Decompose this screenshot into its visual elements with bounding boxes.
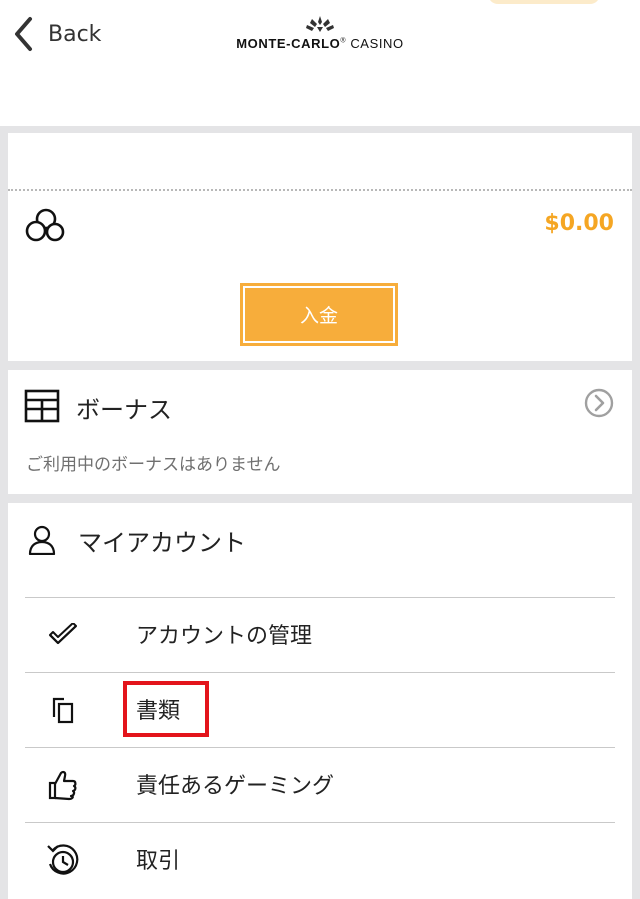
- dotted-divider: [8, 189, 632, 191]
- menu-item-responsible-gaming[interactable]: 責任あるゲーミング: [25, 747, 615, 822]
- deposit-button[interactable]: 入金: [240, 283, 398, 346]
- highlight-box: [123, 681, 209, 737]
- header: Back MONTE-CARLO® CASINO: [0, 0, 640, 126]
- menu-item-transactions[interactable]: 取引: [25, 822, 615, 897]
- menu-item-account-management[interactable]: アカウントの管理: [25, 597, 615, 672]
- coins-icon: [24, 207, 68, 247]
- logo-text: MONTE-CARLO® CASINO: [236, 36, 404, 51]
- wallet-card: $0.00 入金: [8, 133, 632, 361]
- menu-item-label: 責任あるゲーミング: [136, 774, 335, 799]
- chevron-left-icon: [12, 16, 34, 52]
- chevron-right-circle-icon[interactable]: [584, 388, 614, 422]
- casino-logo: MONTE-CARLO® CASINO: [230, 16, 410, 51]
- account-menu: アカウントの管理 書類 責任あるゲーミング 取引: [25, 597, 615, 897]
- menu-item-label: アカウントの管理: [136, 624, 313, 649]
- my-account-card: マイアカウント アカウントの管理 書類 責任あるゲーミング 取引: [8, 503, 632, 899]
- bonus-title: ボーナス: [76, 396, 172, 424]
- balance-amount: $0.00: [544, 211, 614, 236]
- thumbs-up-icon: [43, 765, 83, 805]
- history-clock-icon: [43, 840, 83, 880]
- bonus-card[interactable]: ボーナス ご利用中のボーナスはありません: [8, 370, 632, 494]
- documents-icon: [43, 690, 83, 730]
- no-bonus-text: ご利用中のボーナスはありません: [26, 455, 281, 475]
- back-button[interactable]: Back: [12, 16, 101, 52]
- gift-box-icon: [24, 388, 60, 428]
- top-accent-decoration: [488, 0, 600, 4]
- crown-logo-icon: [306, 16, 334, 32]
- checkmark-icon: [43, 615, 83, 655]
- menu-item-documents[interactable]: 書類: [25, 672, 615, 747]
- back-label: Back: [48, 21, 102, 47]
- menu-item-label: 取引: [136, 849, 181, 874]
- user-icon: [28, 525, 56, 559]
- my-account-title: マイアカウント: [78, 529, 246, 557]
